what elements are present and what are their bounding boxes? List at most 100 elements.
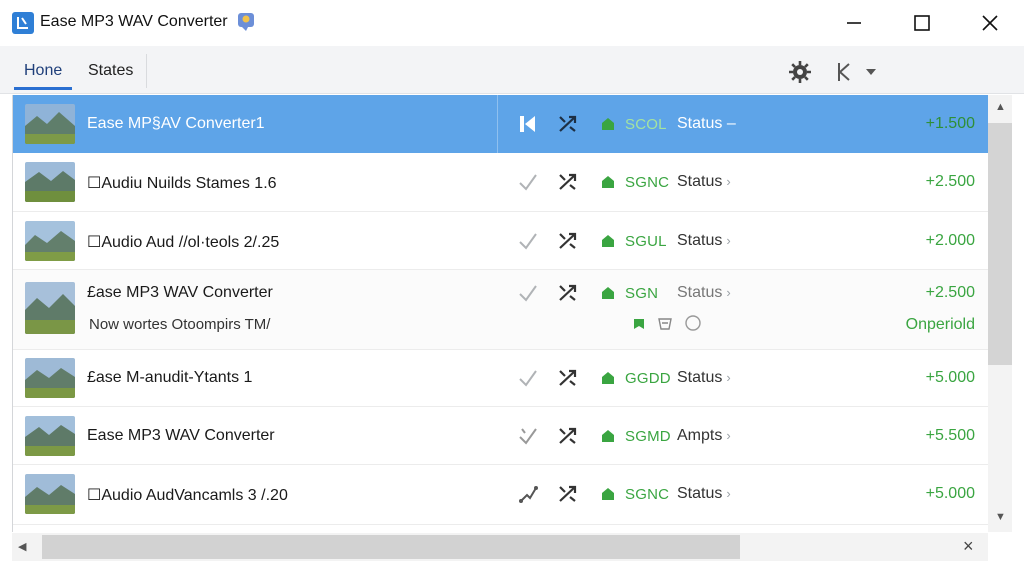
status-text: Status [677,284,723,301]
notification-badge-icon[interactable] [236,11,258,33]
file-subtitle: Now wortes Otoompirs TM/ [89,316,271,333]
list-item[interactable]: £ase M-anudit-Ytants 1 GGDD Status › +5.0… [13,350,988,407]
house-icon [601,117,615,131]
house-icon [601,429,615,443]
checkmark-icon[interactable] [517,230,539,252]
amount-value: +5.500 [925,427,975,444]
status-code: SGUL [625,233,667,250]
status-text: Status [677,173,723,190]
file-name: £ase MP3 WAV Converter [87,284,273,301]
status-code: SGMD [625,428,671,445]
amount-value: +2.500 [925,173,975,190]
landscape-thumbnail [25,162,75,202]
scroll-up-arrow-icon[interactable]: ▲ [995,101,1006,113]
status-text: Status [677,369,723,386]
close-button[interactable] [958,0,1022,46]
house-icon [601,175,615,189]
close-panel-icon[interactable]: × [963,536,974,557]
file-list: Ease MP§AV Converter1 SCOL Status – +1.5… [12,95,988,532]
chevron-right-icon: › [726,233,731,248]
shuffle-icon[interactable] [557,171,579,193]
status-label[interactable]: Status – [677,115,736,133]
shuffle-icon[interactable] [557,425,579,447]
landscape-thumbnail [25,221,75,261]
vertical-scroll-thumb[interactable] [988,123,1012,365]
list-item[interactable]: Ease MP3 WAV Converter SGMD Ampts › +5.50… [13,407,988,465]
shuffle-icon[interactable] [557,367,579,389]
minimize-button[interactable] [822,0,886,46]
checkmark-icon[interactable] [517,282,539,304]
status-code: SGN [625,285,659,302]
shuffle-icon[interactable] [557,230,579,252]
house-icon [601,234,615,248]
chevron-right-icon: › [726,285,731,300]
landscape-thumbnail [25,474,75,514]
app-logo-icon [12,12,34,34]
file-name: £ase M-anudit-Ytants 1 [87,369,253,386]
house-icon [601,286,615,300]
vertical-scrollbar[interactable]: ▲ ▼ [988,95,1012,532]
checkmark-icon[interactable] [517,171,539,193]
horizontal-scrollbar[interactable]: ◀ [12,533,988,561]
status-text: Ampts [677,427,723,444]
status-dash: – [726,115,736,132]
tab-home[interactable]: Hone [14,58,73,90]
house-icon [601,487,615,501]
circle-radio-icon[interactable] [685,315,701,331]
amount-value: +1.500 [925,115,975,132]
file-name: Ease MP3 WAV Converter [87,427,275,444]
window-title: Ease MP3 WAV Converter [40,13,228,30]
tab-divider [146,54,147,88]
basket-icon[interactable] [657,315,673,331]
status-label[interactable]: Status › [677,173,731,191]
file-name: ☐Audio AudVancamls 3 /.20 [87,487,288,504]
status-text: Status [677,485,723,502]
checkmark-icon[interactable] [517,367,539,389]
sort-icon [838,63,850,81]
connect-icon[interactable] [517,483,539,505]
horizontal-scroll-thumb[interactable] [42,535,740,559]
bookmark-icon[interactable] [633,317,645,329]
status-label[interactable]: Status › [677,485,731,503]
shuffle-icon[interactable] [557,483,579,505]
tab-states[interactable]: States [78,58,143,84]
skip-icon[interactable] [517,113,539,135]
status-code: SCOL [625,116,667,133]
landscape-thumbnail [25,358,75,398]
status-label[interactable]: Status › [677,232,731,250]
landscape-thumbnail [25,416,75,456]
list-item[interactable]: Ease MP§AV Converter1 SCOL Status – +1.5… [13,95,988,153]
chevron-right-icon: › [726,370,731,385]
sync-check-icon[interactable] [517,425,539,447]
status-label[interactable]: Ampts › [677,427,731,445]
shuffle-icon[interactable] [557,113,579,135]
file-name: Ease MP§AV Converter1 [87,115,265,132]
chevron-right-icon: › [726,428,731,443]
list-item[interactable]: ☐Audiu Nuilds Stames 1.6 SGNC Status › +2… [13,153,988,212]
file-name: ☐Audiu Nuilds Stames 1.6 [87,175,277,192]
list-item[interactable]: ☐Audio AudVancamls 3 /.20 SGNC Status › +… [13,465,988,525]
list-item[interactable]: £ase MP3 WAV Converter Now wortes Otoomp… [13,270,988,350]
status-text: Status [677,232,723,249]
chevron-right-icon: › [726,174,731,189]
status-label[interactable]: Status › [677,369,731,387]
gear-icon[interactable] [786,58,814,86]
shuffle-icon[interactable] [557,282,579,304]
house-icon [601,371,615,385]
landscape-thumbnail [25,282,75,334]
sub-amount-value: Onperiold [905,316,975,333]
chevron-down-icon [866,69,876,75]
scroll-left-arrow-icon[interactable]: ◀ [18,540,26,553]
title-bar: Ease MP3 WAV Converter [0,0,1024,46]
status-label[interactable]: Status › [677,284,731,302]
sort-dropdown-button[interactable] [834,58,884,86]
scroll-down-arrow-icon[interactable]: ▼ [995,511,1006,523]
status-code: SGNC [625,174,670,191]
list-item[interactable]: ☐Audio Aud //ol·teols 2/.25 SGUL Status ›… [13,212,988,270]
column-divider [497,95,498,153]
tab-bar: Hone States [0,46,1024,94]
amount-value: +5.000 [925,485,975,502]
amount-value: +2.500 [925,284,975,301]
status-text: Status [677,115,723,132]
maximize-button[interactable] [890,0,954,46]
